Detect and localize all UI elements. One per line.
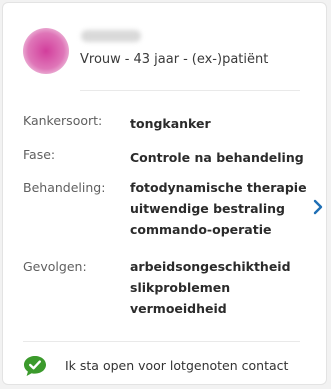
detail-label: Behandeling: (23, 180, 106, 195)
meta-separator: - (183, 52, 188, 67)
chevron-right-icon[interactable] (312, 199, 324, 215)
detail-label: Gevolgen: (23, 259, 87, 274)
treatment-value: commando-operatie (130, 222, 272, 237)
footer-divider (23, 341, 300, 342)
detail-label: Fase: (23, 147, 56, 162)
detail-value: Controle na behandeling (130, 147, 304, 168)
header-divider (80, 90, 300, 91)
treatment-value: fotodynamische therapie (130, 180, 307, 195)
detail-label: Kankersoort: (23, 113, 103, 128)
avatar (23, 28, 69, 74)
profile-gender: Vrouw (80, 52, 121, 67)
chat-check-icon (24, 356, 46, 376)
phase-value: Controle na behandeling (130, 150, 304, 165)
profile-age: 43 jaar (133, 52, 180, 67)
treatment-value: uitwendige bestraling (130, 201, 285, 216)
detail-value: tongkanker (130, 113, 211, 134)
consequences-value: vermoeidheid (130, 301, 227, 316)
profile-role: (ex-)patiënt (191, 52, 269, 67)
profile-name-redacted (81, 30, 141, 42)
profile-meta: Vrouw -43 jaar - (ex-)patiënt (80, 52, 268, 67)
detail-value: arbeidsongeschiktheid slikproblemen verm… (130, 256, 291, 319)
meta-separator: - (124, 52, 130, 67)
consequences-value: arbeidsongeschiktheid (130, 259, 291, 274)
detail-value: fotodynamische therapie uitwendige bestr… (130, 177, 307, 240)
profile-card[interactable]: Vrouw -43 jaar - (ex-)patiënt Kankersoort: … (2, 2, 327, 385)
consequences-value: slikproblemen (130, 280, 231, 295)
contact-preference-text: Ik sta open voor lotgenoten contact (65, 358, 289, 373)
cancer-type-value: tongkanker (130, 116, 211, 131)
